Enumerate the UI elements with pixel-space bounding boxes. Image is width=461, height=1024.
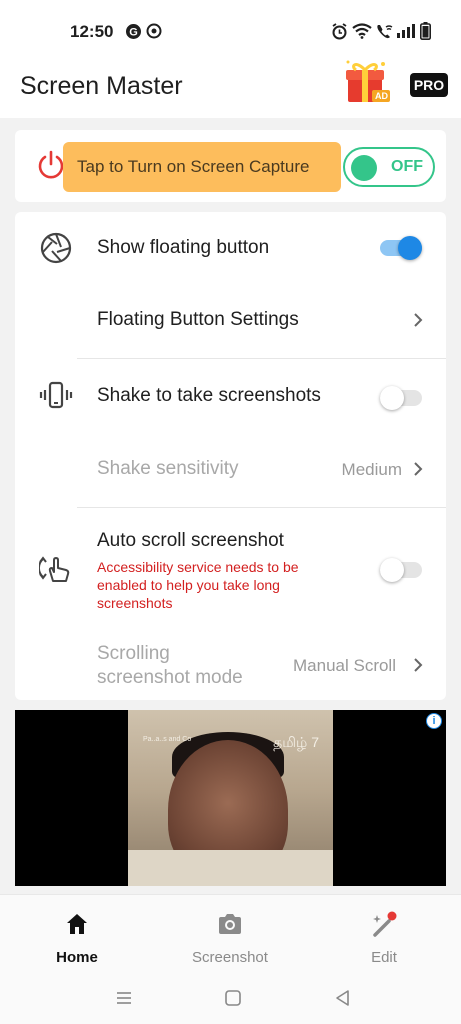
nav-edit[interactable]: Edit (329, 903, 439, 969)
switch-thumb (398, 236, 422, 260)
battery-icon (419, 22, 431, 40)
scrolling-screenshot-mode-row[interactable]: Scrolling screenshot mode Manual Scroll (15, 618, 446, 700)
toggle-label: OFF (391, 158, 423, 175)
ad-video-frame: Pa..a..s and Co தமிழ் 7 (128, 710, 333, 886)
nav-edit-label: Edit (371, 949, 397, 966)
video-ad-banner[interactable]: Pa..a..s and Co தமிழ் 7 i (15, 710, 446, 886)
auto-scroll-screenshot-row[interactable]: Auto scroll screenshot Accessibility ser… (15, 508, 446, 618)
accessibility-warning-text: Accessibility service needs to be enable… (97, 559, 299, 611)
home-square-icon[interactable] (223, 988, 243, 1008)
floating-button-settings-label: Floating Button Settings (97, 309, 299, 330)
aperture-icon (39, 231, 73, 265)
shake-sensitivity-label: Shake sensitivity (97, 458, 239, 479)
scroll-hand-icon (39, 552, 73, 586)
alarm-icon (330, 22, 348, 40)
g-logo-icon: G (124, 22, 142, 40)
bottom-navigation: Home Screenshot Edit (0, 894, 461, 974)
floating-button-settings-row[interactable]: Floating Button Settings (15, 284, 446, 358)
ad-info-icon[interactable]: i (426, 713, 442, 729)
scrolling-mode-label: Scrolling screenshot mode (97, 642, 243, 690)
shake-sensitivity-row[interactable]: Shake sensitivity Medium (15, 433, 446, 507)
shake-screenshot-switch[interactable] (380, 386, 422, 410)
home-icon (67, 914, 87, 934)
scrolling-mode-label-line1: Scrolling (97, 643, 170, 664)
power-icon (37, 150, 65, 180)
show-floating-button-switch[interactable] (380, 236, 422, 260)
ad-caption-left: Pa..a..s and Co (143, 736, 192, 743)
ad-badge-label: AD (375, 91, 388, 101)
switch-thumb (380, 558, 404, 582)
gift-ad-icon[interactable]: AD (342, 58, 392, 108)
svg-text:G: G (129, 26, 138, 38)
app-title: Screen Master (20, 72, 183, 100)
screen-capture-card: Tap to Turn on Screen Capture OFF (15, 130, 446, 202)
scrolling-mode-label-line2: screenshot mode (97, 667, 243, 688)
ad-person-shirt (128, 850, 333, 886)
screen-capture-toggle[interactable]: OFF (343, 147, 435, 187)
app-bar: Screen Master AD PRO (0, 58, 461, 118)
shake-sensitivity-value: Medium (341, 460, 402, 479)
wifi-icon (352, 22, 372, 40)
shake-screenshot-row[interactable]: Shake to take screenshots (15, 359, 446, 433)
system-navigation-bar (0, 974, 461, 1024)
toggle-knob (351, 155, 377, 181)
nav-screenshot[interactable]: Screenshot (175, 903, 285, 969)
status-time: 12:50 (70, 22, 114, 41)
recent-apps-icon[interactable] (114, 988, 134, 1008)
camera-icon (219, 914, 241, 934)
switch-thumb (380, 386, 404, 410)
pro-button[interactable]: PRO (410, 73, 448, 97)
nav-home[interactable]: Home (22, 903, 132, 969)
capture-tooltip[interactable]: Tap to Turn on Screen Capture (63, 142, 341, 192)
show-floating-button-row[interactable]: Show floating button (15, 212, 446, 284)
nav-home-label: Home (56, 949, 98, 966)
magic-wand-icon (373, 911, 397, 937)
settings-card: Show floating button Floating Button Set… (15, 212, 446, 700)
wifi-call-icon (375, 22, 393, 40)
show-floating-button-label: Show floating button (97, 237, 270, 258)
signal-icon (396, 22, 416, 40)
chevron-right-icon (414, 313, 423, 327)
status-bar: 12:50 G (0, 0, 461, 58)
phone-shake-icon (39, 379, 73, 413)
chevron-right-icon (414, 658, 423, 672)
auto-scroll-screenshot-label: Auto scroll screenshot (97, 530, 284, 551)
shake-screenshot-label: Shake to take screenshots (97, 385, 321, 406)
back-icon[interactable] (333, 988, 353, 1008)
chevron-right-icon (414, 462, 423, 476)
nav-screenshot-label: Screenshot (192, 949, 268, 966)
auto-scroll-screenshot-switch[interactable] (380, 558, 422, 582)
scrolling-mode-value: Manual Scroll (293, 656, 396, 675)
notification-app-icon (146, 22, 162, 40)
ad-caption-right: தமிழ் 7 (273, 734, 319, 750)
